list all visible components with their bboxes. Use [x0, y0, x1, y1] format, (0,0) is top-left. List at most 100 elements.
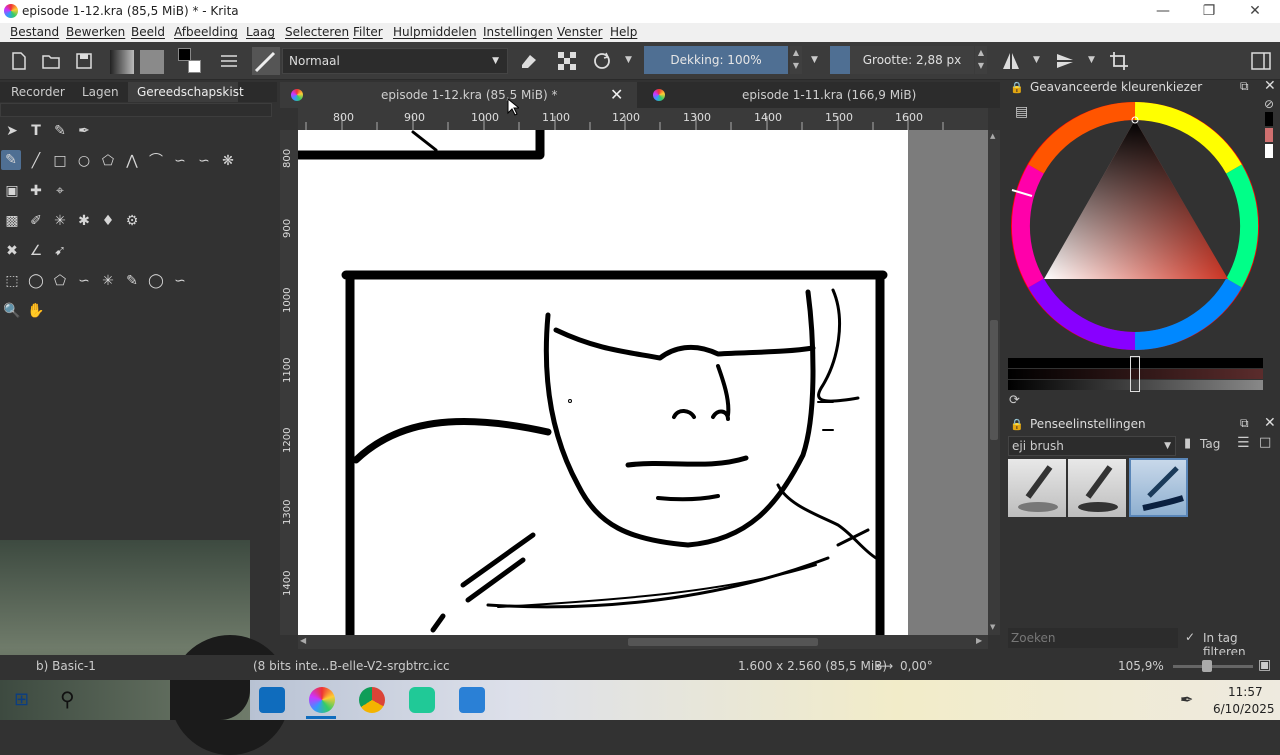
drawing-canvas[interactable]: [298, 130, 908, 635]
windows-start-icon[interactable]: ⊞: [14, 689, 29, 710]
recent-color-swatch[interactable]: [1265, 144, 1273, 158]
photos-taskbar-icon[interactable]: [459, 687, 485, 713]
gradient-tool-icon[interactable]: ▩: [2, 211, 22, 231]
chevron-down-icon[interactable]: ▼: [1088, 55, 1095, 65]
menu-laag[interactable]: Laag: [246, 25, 275, 39]
wrap-around-icon[interactable]: [1108, 50, 1130, 72]
chevron-down-icon[interactable]: ▼: [811, 55, 818, 65]
doc-tab-active[interactable]: episode 1-12.kra (85,5 MiB) * ✕: [280, 82, 637, 108]
menu-bestand[interactable]: Bestand: [10, 25, 59, 39]
eraser-icon[interactable]: [518, 50, 540, 72]
tab-gereedschapskist[interactable]: Gereedschapskist: [128, 82, 244, 102]
brush-settings-icon[interactable]: [218, 50, 240, 72]
zoom-tool-icon[interactable]: 🔍: [2, 301, 22, 321]
menu-selecteren[interactable]: Selecteren: [285, 25, 349, 39]
mirror-vertical-icon[interactable]: [1054, 50, 1076, 72]
lock-icon[interactable]: 🔒: [1010, 81, 1024, 94]
opacity-slider[interactable]: Dekking: 100%: [644, 46, 788, 74]
dynamic-brush-icon[interactable]: ∽: [194, 151, 214, 171]
close-icon[interactable]: ✕: [1264, 78, 1276, 94]
scroll-right-icon[interactable]: ▶: [976, 636, 982, 645]
chrome-taskbar-icon[interactable]: [359, 687, 385, 713]
new-document-icon[interactable]: [8, 50, 30, 72]
tag-button-label[interactable]: Tag: [1200, 437, 1220, 451]
calligraphy-icon[interactable]: ✒: [74, 121, 94, 141]
float-docker-icon[interactable]: ⧉: [1240, 79, 1249, 94]
rect-select-icon[interactable]: ⬚: [2, 271, 22, 291]
teams-taskbar-icon[interactable]: [409, 687, 435, 713]
fill-tool-icon[interactable]: ✱: [74, 211, 94, 231]
smart-patch-icon[interactable]: ✳: [50, 211, 70, 231]
menu-icon[interactable]: ☰: [1237, 435, 1250, 451]
chevron-down-icon[interactable]: ▼: [1033, 55, 1040, 65]
brush-preset-thumb-selected[interactable]: [1129, 458, 1188, 517]
blend-mode-dropdown[interactable]: Normaal ▼: [282, 48, 508, 74]
menu-venster[interactable]: Venster: [557, 25, 603, 39]
menu-afbeelding[interactable]: Afbeelding: [174, 25, 238, 39]
freehand-brush-icon[interactable]: ✎: [1, 150, 21, 170]
pen-icon[interactable]: ✒: [1180, 690, 1193, 709]
minimize-button[interactable]: —: [1140, 0, 1186, 23]
move-tool-icon[interactable]: ✚: [26, 181, 46, 201]
workspace-icon[interactable]: [1250, 50, 1272, 72]
mirror-horizontal-icon[interactable]: [1000, 50, 1022, 72]
rectangle-tool-icon[interactable]: □: [50, 151, 70, 171]
float-docker-icon[interactable]: ⧉: [1240, 416, 1249, 431]
polygon-select-icon[interactable]: ⬠: [50, 271, 70, 291]
similar-select-icon[interactable]: ✎: [122, 271, 142, 291]
assistant-tool-icon[interactable]: ✖: [2, 241, 22, 261]
brush-preset-icon[interactable]: [252, 47, 280, 75]
tab-recorder[interactable]: Recorder: [11, 82, 65, 102]
open-folder-icon[interactable]: [40, 50, 62, 72]
pattern-fill-icon[interactable]: ⚙: [122, 211, 142, 231]
menu-bewerken[interactable]: Bewerken: [66, 25, 125, 39]
recent-color-swatch[interactable]: [1265, 128, 1273, 142]
opacity-stepper[interactable]: ▲ ▼: [790, 46, 802, 74]
fullscreen-icon[interactable]: ▣: [1258, 657, 1271, 673]
filter-checkbox[interactable]: ✓: [1185, 630, 1195, 644]
size-stepper[interactable]: ▲ ▼: [975, 46, 987, 74]
horizontal-scrollbar[interactable]: ◀ ▶: [298, 635, 988, 649]
ellipse-select-icon[interactable]: ◯: [26, 271, 46, 291]
horizontal-scroll-thumb[interactable]: [628, 638, 818, 646]
magnetic-select-icon[interactable]: ∽: [170, 271, 190, 291]
scroll-down-icon[interactable]: ▼: [990, 623, 995, 631]
enclose-fill-icon[interactable]: ♦: [98, 211, 118, 231]
size-slider[interactable]: Grootte: 2,88 px: [850, 46, 974, 74]
scroll-left-icon[interactable]: ◀: [300, 636, 306, 645]
menu-help[interactable]: Help: [610, 25, 637, 39]
clock-time[interactable]: 11:57: [1228, 685, 1263, 699]
select-shape-icon[interactable]: ➤: [2, 121, 22, 141]
crop-tool-icon[interactable]: ⌖: [50, 181, 70, 201]
lock-icon[interactable]: 🔒: [1010, 418, 1024, 431]
brush-preset-thumb[interactable]: [1008, 459, 1066, 517]
menu-filter[interactable]: Filter: [353, 25, 383, 39]
line-tool-icon[interactable]: ╱: [26, 151, 46, 171]
menu-instellingen[interactable]: Instellingen: [483, 25, 553, 39]
tab-lagen[interactable]: Lagen: [82, 82, 119, 102]
import-icon[interactable]: □: [1259, 435, 1271, 450]
contiguous-select-icon[interactable]: ✳: [98, 271, 118, 291]
brush-search-input[interactable]: Zoeken: [1008, 628, 1178, 648]
krita-taskbar-icon[interactable]: [309, 687, 335, 713]
recent-color-swatch[interactable]: [1265, 112, 1273, 126]
close-window-button[interactable]: ✕: [1232, 0, 1278, 23]
chevron-down-icon[interactable]: ▼: [625, 55, 632, 65]
text-tool-icon[interactable]: T: [26, 121, 46, 141]
size-slider-fill[interactable]: [830, 46, 850, 74]
freehand-path-icon[interactable]: ∽: [170, 151, 190, 171]
pattern-preset-icon[interactable]: [140, 50, 164, 74]
alpha-lock-icon[interactable]: [556, 50, 578, 72]
ellipse-tool-icon[interactable]: ○: [74, 151, 94, 171]
scroll-up-icon[interactable]: ▲: [990, 132, 995, 140]
refresh-icon[interactable]: ⟳: [1009, 393, 1020, 408]
transform-tool-icon[interactable]: ▣: [2, 181, 22, 201]
tag-icon[interactable]: ▮: [1184, 436, 1191, 451]
color-picker-icon[interactable]: ✐: [26, 211, 46, 231]
vertical-scrollbar[interactable]: ▲ ▼: [988, 130, 1000, 635]
clock-date[interactable]: 6/10/2025: [1213, 702, 1275, 716]
doc-tab-inactive[interactable]: episode 1-11.kra (166,9 MiB) ✕: [642, 82, 1263, 108]
search-icon[interactable]: ⚲: [60, 687, 75, 711]
outlook-taskbar-icon[interactable]: [259, 687, 285, 713]
gradient-preset-icon[interactable]: [110, 50, 134, 74]
